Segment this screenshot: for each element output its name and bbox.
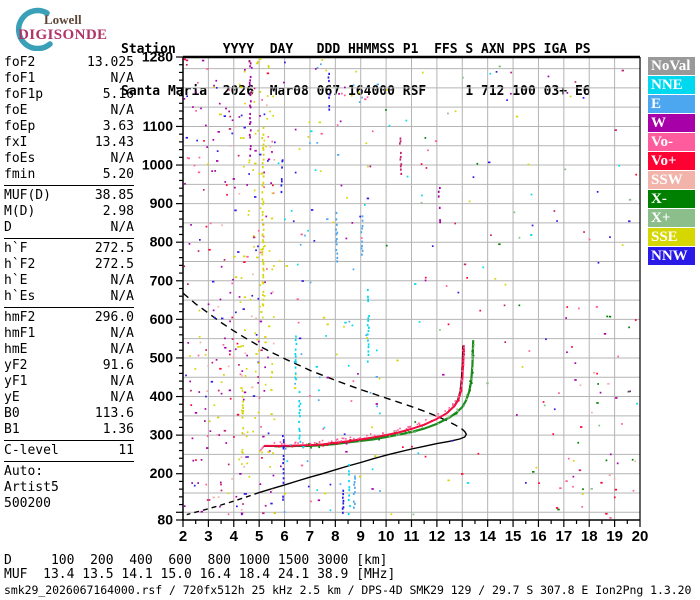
grid [183, 57, 640, 520]
transmission-curve [182, 292, 468, 516]
muf-distance-row: D 100 200 400 600 800 1000 1500 3000 [km… [4, 553, 388, 568]
y-tick-label: 800 [150, 234, 174, 250]
axis-labels: 2 3 4 5 6 7 8 9 10 11 12 13 14 15 16 17 18 19 20 1280 1100 10… [142, 49, 649, 546]
y-tick-label: 80 [157, 512, 173, 528]
ionogram-plot: 2 3 4 5 6 7 8 9 10 11 12 13 14 15 16 17 18 19 20 1280 1100 10… [142, 49, 649, 546]
x-tick-label: 11 [404, 528, 420, 545]
x-tick-label: 16 [530, 528, 547, 545]
y-tick-label: 1100 [143, 118, 174, 134]
x-tick-label: 10 [378, 528, 395, 545]
x-tick-label: 4 [230, 528, 239, 545]
x-tick-label: 6 [280, 528, 288, 545]
digisonde-ionogram-view: Lowell DIGISONDE Station YYYY DAY DDD HH… [0, 0, 700, 600]
x-tick-label: 15 [505, 528, 522, 545]
x-tick-label: 2 [179, 528, 187, 545]
x-tick-label: 19 [606, 528, 623, 545]
x-tick-label: 7 [306, 528, 314, 545]
x-tick-label: 9 [357, 528, 365, 545]
x-tick-label: 17 [555, 528, 572, 545]
y-tick-label: 900 [150, 195, 174, 211]
x-tick-label: 13 [454, 528, 471, 545]
y-tick-label: 400 [150, 388, 174, 404]
file-info-row: smk29_2026067164000.rsf / 720fx512h 25 k… [4, 583, 692, 597]
y-tick-label: 700 [150, 272, 174, 288]
x-tick-label: 20 [632, 528, 649, 545]
y-tick-label: 1000 [142, 157, 173, 173]
y-tick-label: 200 [150, 465, 174, 481]
y-tick-label: 1280 [142, 49, 173, 65]
y-tick-label: 300 [150, 427, 174, 443]
x-tick-label: 12 [429, 528, 446, 545]
x-tick-label: 3 [204, 528, 212, 545]
x-tick-label: 14 [479, 528, 496, 545]
x-tick-label: 5 [255, 528, 263, 545]
y-tick-label: 600 [150, 311, 174, 327]
muf-frequency-row: MUF 13.4 13.5 14.1 15.0 16.4 18.4 24.1 3… [4, 567, 396, 582]
x-tick-label: 8 [331, 528, 339, 545]
x-tick-label: 18 [581, 528, 598, 545]
y-tick-label: 500 [150, 349, 174, 365]
